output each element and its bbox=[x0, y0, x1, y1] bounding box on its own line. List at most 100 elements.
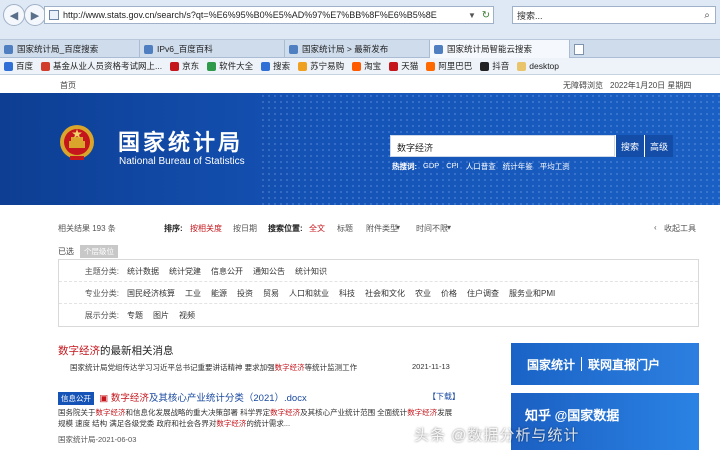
category-filter-box: 主题分类: 统计数据 统计党建 信息公开 通知公告 统计知识 专业分类: 国民经… bbox=[58, 259, 699, 327]
refresh-icon[interactable]: ↻ bbox=[479, 10, 493, 21]
filter-option[interactable]: 图片 bbox=[153, 310, 169, 321]
filter-option[interactable]: 工业 bbox=[185, 288, 201, 299]
result-category-badge: 信息公开 bbox=[58, 392, 94, 405]
favorite-item[interactable]: 软件大全 bbox=[207, 60, 253, 72]
hot-word[interactable]: GDP bbox=[423, 161, 439, 172]
favorite-icon bbox=[517, 61, 527, 71]
filter-option[interactable]: 统计数据 bbox=[127, 266, 159, 277]
browser-tab-3[interactable]: 国家统计局 > 最新发布 bbox=[285, 40, 430, 58]
snippet-text: 的统计需求... bbox=[246, 419, 291, 428]
favorite-item[interactable]: 阿里巴巴 bbox=[426, 60, 472, 72]
back-arrow-icon: ◀ bbox=[9, 9, 19, 22]
sort-by-relevance[interactable]: 按相关度 bbox=[190, 223, 222, 234]
favorite-icon bbox=[480, 61, 490, 71]
filter-option[interactable]: 科技 bbox=[339, 288, 355, 299]
filter-label: 专业分类: bbox=[84, 288, 119, 298]
attachment-type-dropdown[interactable]: 附件类型 bbox=[366, 223, 398, 234]
filter-option[interactable]: 信息公开 bbox=[211, 266, 243, 277]
result-title-link[interactable]: ▣ 数字经济及其核心产业统计分类（2021）.docx bbox=[99, 393, 306, 404]
latest-news-heading: 数字经济的最新相关消息 bbox=[58, 343, 174, 358]
filter-option[interactable]: 住户调查 bbox=[467, 288, 499, 299]
favorite-item[interactable]: desktop bbox=[517, 61, 559, 71]
snippet-text: 发展 bbox=[437, 408, 453, 417]
snippet-keyword: 数字经济 bbox=[407, 408, 438, 417]
filter-option[interactable]: 统计知识 bbox=[295, 266, 327, 277]
filter-option[interactable]: 视频 bbox=[179, 310, 195, 321]
site-search-button[interactable]: 搜索 bbox=[615, 135, 645, 157]
result-title-keyword: 数字经济 bbox=[110, 393, 149, 404]
tab-label: 国家统计局 > 最新发布 bbox=[302, 44, 389, 54]
filter-option[interactable]: 国民经济核算 bbox=[127, 288, 175, 299]
url-dropdown-icon[interactable]: ▼ bbox=[465, 11, 479, 20]
filter-option[interactable]: 能源 bbox=[211, 288, 227, 299]
sort-label: 排序: bbox=[164, 224, 183, 233]
latest-news-item[interactable]: 国家统计局党组传达学习习近平总书记重要讲话精神 要求加强数字经济等统计监测工作 bbox=[70, 362, 357, 373]
favorite-item[interactable]: 抖音 bbox=[480, 60, 509, 72]
favorite-label: 京东 bbox=[182, 61, 200, 71]
url-text: http://www.stats.gov.cn/search/s?qt=%E6%… bbox=[63, 10, 437, 20]
browser-address-bar: ◀ ▶ http://www.stats.gov.cn/search/s?qt=… bbox=[0, 0, 720, 40]
hot-word[interactable]: 统计年鉴 bbox=[503, 161, 533, 172]
hot-word[interactable]: 平均工资 bbox=[540, 161, 570, 172]
hot-word[interactable]: 人口普查 bbox=[466, 161, 496, 172]
tab-favicon bbox=[289, 44, 298, 54]
filter-option[interactable]: 专题 bbox=[127, 310, 143, 321]
search-icon[interactable]: ⌕ bbox=[699, 10, 715, 21]
download-link[interactable]: 【下载】 bbox=[428, 391, 460, 402]
advanced-search-button[interactable]: 高级 bbox=[644, 135, 674, 157]
favorite-item[interactable]: 搜索 bbox=[261, 60, 290, 72]
search-position-label: 搜索位置: bbox=[268, 224, 303, 233]
home-link[interactable]: 首页 bbox=[60, 80, 76, 91]
tab-favicon bbox=[4, 44, 13, 54]
collapse-tools-link[interactable]: 收起工具 bbox=[664, 223, 696, 234]
direct-report-portal-banner[interactable]: 国家统计 联网直报门户 bbox=[511, 343, 699, 385]
browser-tab-4[interactable]: 国家统计局智能云搜索 bbox=[430, 40, 570, 58]
promo-left-text: 国家统计 bbox=[527, 357, 576, 372]
watermark-text: 头条 @数据分析与统计 bbox=[414, 427, 580, 444]
filter-option[interactable]: 社会和文化 bbox=[365, 288, 405, 299]
favorite-item[interactable]: 基金从业人员资格考试网上... bbox=[41, 60, 162, 72]
browser-search-placeholder: 搜索... bbox=[517, 10, 543, 21]
favorite-item[interactable]: 京东 bbox=[170, 60, 199, 72]
collapse-chevron-icon: ‹ bbox=[654, 223, 657, 232]
hot-words-row: 热搜词: GDP CPI 人口普查 统计年鉴 平均工资 bbox=[392, 161, 577, 172]
filter-option[interactable]: 贸易 bbox=[263, 288, 279, 299]
snippet-text: 国务院关于 bbox=[58, 408, 96, 417]
site-search-input[interactable]: 数字经济 bbox=[390, 135, 615, 157]
position-full-text[interactable]: 全文 bbox=[309, 223, 325, 234]
forward-button[interactable]: ▶ bbox=[24, 4, 46, 26]
snippet-keyword: 数字经济 bbox=[216, 419, 247, 428]
favorite-item[interactable]: 天猫 bbox=[389, 60, 418, 72]
filter-option[interactable]: 服务业和PMI bbox=[509, 288, 555, 299]
accessibility-link[interactable]: 无障碍浏览 bbox=[563, 80, 603, 91]
browser-search-field[interactable]: 搜索... ⌕ bbox=[512, 6, 716, 24]
result-title-text: 及其核心产业统计分类（2021）.docx bbox=[148, 393, 307, 404]
filter-option[interactable]: 农业 bbox=[415, 288, 431, 299]
favorite-item[interactable]: 淘宝 bbox=[352, 60, 381, 72]
hot-word[interactable]: CPI bbox=[446, 161, 459, 172]
back-button[interactable]: ◀ bbox=[3, 4, 25, 26]
site-top-strip: 首页 无障碍浏览 2022年1月20日 星期四 bbox=[0, 76, 720, 93]
heading-keyword: 数字经济 bbox=[58, 345, 100, 357]
latest-news-date: 2021-11-13 bbox=[412, 362, 450, 371]
filter-option[interactable]: 投资 bbox=[237, 288, 253, 299]
position-title[interactable]: 标题 bbox=[337, 223, 353, 234]
browser-tab-1[interactable]: 国家统计局_百度搜索 bbox=[0, 40, 140, 58]
browser-tab-2[interactable]: IPv6_百度百科 bbox=[140, 40, 285, 58]
filter-option[interactable]: 价格 bbox=[441, 288, 457, 299]
filter-option[interactable]: 通知公告 bbox=[253, 266, 285, 277]
favorite-label: 搜索 bbox=[273, 61, 291, 71]
promo-divider bbox=[581, 357, 583, 371]
filter-option[interactable]: 人口和就业 bbox=[289, 288, 329, 299]
favorite-item[interactable]: 百度 bbox=[4, 60, 33, 72]
favorite-icon bbox=[41, 61, 51, 71]
url-field[interactable]: http://www.stats.gov.cn/search/s?qt=%E6%… bbox=[44, 6, 494, 24]
filter-option[interactable]: 统计党建 bbox=[169, 266, 201, 277]
new-tab-button[interactable] bbox=[570, 40, 588, 58]
favorite-item[interactable]: 苏宁易购 bbox=[298, 60, 344, 72]
selected-filter-tag[interactable]: 个层级位 bbox=[80, 244, 118, 258]
favorite-label: 软件大全 bbox=[219, 61, 254, 71]
time-range-dropdown[interactable]: 时间不限 bbox=[416, 223, 448, 234]
browser-tab-strip: 国家统计局_百度搜索 IPv6_百度百科 国家统计局 > 最新发布 国家统计局智… bbox=[0, 40, 720, 58]
sort-by-date[interactable]: 按日期 bbox=[233, 223, 257, 234]
